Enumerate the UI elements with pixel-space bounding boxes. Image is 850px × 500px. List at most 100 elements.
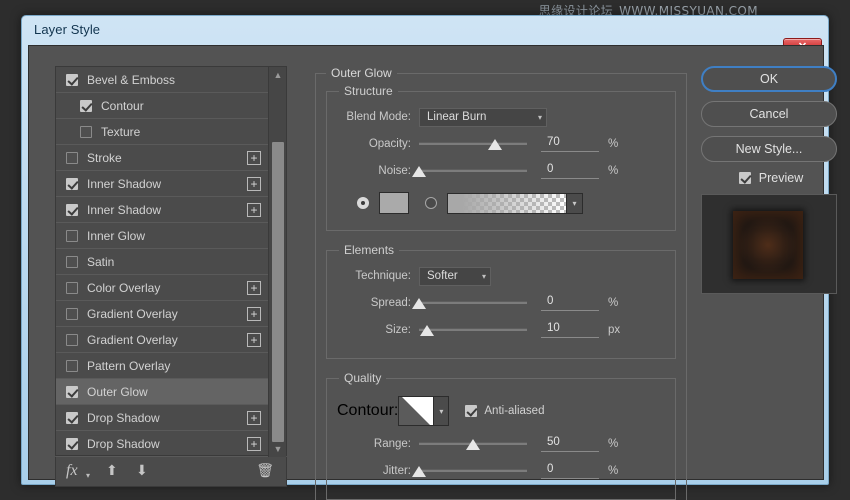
duplicate-effect-button[interactable]: + <box>247 177 261 191</box>
range-row: Range: 50 % <box>337 433 665 455</box>
style-enable-checkbox[interactable] <box>66 307 78 320</box>
style-list-item[interactable]: Gradient Overlay + <box>56 327 269 353</box>
opacity-slider-track <box>419 142 527 145</box>
duplicate-effect-button[interactable]: + <box>247 151 261 165</box>
jitter-slider-knob[interactable] <box>412 466 426 477</box>
size-slider[interactable] <box>419 323 527 337</box>
scrollbar-thumb[interactable] <box>272 142 284 442</box>
gradient-radio[interactable] <box>425 197 437 209</box>
contour-chevron-down-icon[interactable]: ▾ <box>434 396 450 426</box>
style-list-item[interactable]: Drop Shadow + <box>56 431 269 457</box>
range-input[interactable]: 50 <box>541 436 599 452</box>
style-list-item[interactable]: Pattern Overlay <box>56 353 269 379</box>
opacity-slider[interactable] <box>419 137 527 151</box>
style-list-item[interactable]: Satin <box>56 249 269 275</box>
cancel-button[interactable]: Cancel <box>701 101 837 127</box>
outer-glow-group: Outer Glow Structure Blend Mode: Linear … <box>315 66 687 500</box>
noise-input[interactable]: 0 <box>541 163 599 179</box>
technique-select[interactable]: Softer ▾ <box>419 266 491 286</box>
contour-preview[interactable] <box>398 396 435 426</box>
range-slider[interactable] <box>419 437 527 451</box>
style-enable-checkbox[interactable] <box>66 229 78 242</box>
styles-list: Bevel & Emboss Contour Texture Stroke + Inner… <box>56 67 269 457</box>
style-enable-checkbox[interactable] <box>66 359 78 372</box>
size-input[interactable]: 10 <box>541 322 599 338</box>
ok-button[interactable]: OK <box>701 66 837 92</box>
desktop-backdrop: 思缘设计论坛WWW.MISSYUAN.COM Layer Style ✕ Bev… <box>0 0 850 500</box>
style-enable-checkbox[interactable] <box>66 151 78 164</box>
style-list-item[interactable]: Texture <box>56 119 269 145</box>
size-slider-knob[interactable] <box>419 325 434 336</box>
jitter-input[interactable]: 0 <box>541 463 599 479</box>
elements-legend: Elements <box>344 243 395 257</box>
blend-mode-select[interactable]: Linear Burn ▾ <box>419 107 547 127</box>
duplicate-effect-button[interactable]: + <box>247 411 261 425</box>
duplicate-effect-button[interactable]: + <box>247 307 261 321</box>
style-list-item[interactable]: Stroke + <box>56 145 269 171</box>
elements-group: Elements Technique: Softer ▾ Spread: 0 %… <box>326 243 676 359</box>
duplicate-effect-button[interactable]: + <box>247 333 261 347</box>
anti-aliased-checkbox[interactable]: Anti-aliased <box>465 405 544 417</box>
duplicate-effect-button[interactable]: + <box>247 203 261 217</box>
fx-icon[interactable]: fx <box>66 462 78 480</box>
style-enable-checkbox[interactable] <box>66 177 78 190</box>
spread-unit: % <box>608 297 619 309</box>
opacity-input[interactable]: 70 <box>541 136 599 152</box>
gradient-preview[interactable] <box>447 192 567 214</box>
style-enable-checkbox[interactable] <box>66 281 78 294</box>
spread-slider-track <box>419 301 527 304</box>
blend-mode-label: Blend Mode: <box>346 111 411 123</box>
anti-aliased-checkbox-box[interactable] <box>465 405 478 417</box>
glow-color-swatch[interactable] <box>379 192 409 214</box>
style-enable-checkbox[interactable] <box>80 99 92 112</box>
style-enable-checkbox[interactable] <box>66 411 78 424</box>
style-enable-checkbox[interactable] <box>66 203 78 216</box>
gradient-chevron-down-icon[interactable]: ▾ <box>567 192 583 214</box>
scroll-down-arrow-icon[interactable]: ▼ <box>269 441 287 457</box>
style-list-item[interactable]: Color Overlay + <box>56 275 269 301</box>
style-enable-checkbox[interactable] <box>66 333 78 346</box>
spread-slider-knob[interactable] <box>412 298 426 309</box>
noise-slider[interactable] <box>412 164 527 178</box>
style-list-item-label: Texture <box>101 124 141 139</box>
style-list-item[interactable]: Bevel & Emboss <box>56 67 269 93</box>
style-enable-checkbox[interactable] <box>66 255 78 268</box>
contour-row: Contour: ▾ Anti-aliased <box>337 393 665 429</box>
style-list-item-label: Inner Shadow <box>87 176 162 191</box>
opacity-slider-knob[interactable] <box>487 139 502 150</box>
style-list-item[interactable]: Inner Glow <box>56 223 269 249</box>
style-list-item[interactable]: Inner Shadow + <box>56 171 269 197</box>
preview-label: Preview <box>758 171 804 185</box>
style-list-item[interactable]: Drop Shadow + <box>56 405 269 431</box>
style-enable-checkbox[interactable] <box>80 125 92 138</box>
move-down-arrow-icon[interactable]: ⬇ <box>136 462 148 479</box>
fx-dropdown-caret-icon[interactable]: ▾ <box>86 471 90 480</box>
spread-slider[interactable] <box>412 296 527 310</box>
scroll-up-arrow-icon[interactable]: ▲ <box>269 67 287 83</box>
style-list-item[interactable]: Contour <box>56 93 269 119</box>
spread-input[interactable]: 0 <box>541 295 599 311</box>
range-slider-knob[interactable] <box>466 439 480 450</box>
duplicate-effect-button[interactable]: + <box>247 437 261 451</box>
trash-icon[interactable]: 🗑 <box>256 462 274 479</box>
style-enable-checkbox[interactable] <box>66 385 78 398</box>
style-enable-checkbox[interactable] <box>66 73 78 86</box>
solid-color-radio[interactable] <box>357 197 369 209</box>
technique-label: Technique: <box>355 270 411 282</box>
style-enable-checkbox[interactable] <box>66 437 78 450</box>
jitter-slider[interactable] <box>412 464 527 478</box>
noise-slider-knob[interactable] <box>412 166 426 177</box>
chevron-down-icon: ▾ <box>537 112 542 122</box>
preview-checkbox-box[interactable] <box>738 172 751 184</box>
anti-aliased-label: Anti-aliased <box>484 405 545 417</box>
jitter-slider-track <box>419 469 527 472</box>
preview-checkbox[interactable]: Preview <box>701 171 841 185</box>
style-list-item[interactable]: Inner Shadow + <box>56 197 269 223</box>
style-list-item[interactable]: Outer Glow <box>56 379 269 405</box>
move-up-arrow-icon[interactable]: ⬆ <box>106 462 118 479</box>
opacity-unit: % <box>608 138 619 150</box>
new-style-button[interactable]: New Style... <box>701 136 837 162</box>
styles-scrollbar[interactable]: ▲ ▼ <box>268 67 286 457</box>
style-list-item[interactable]: Gradient Overlay + <box>56 301 269 327</box>
duplicate-effect-button[interactable]: + <box>247 281 261 295</box>
